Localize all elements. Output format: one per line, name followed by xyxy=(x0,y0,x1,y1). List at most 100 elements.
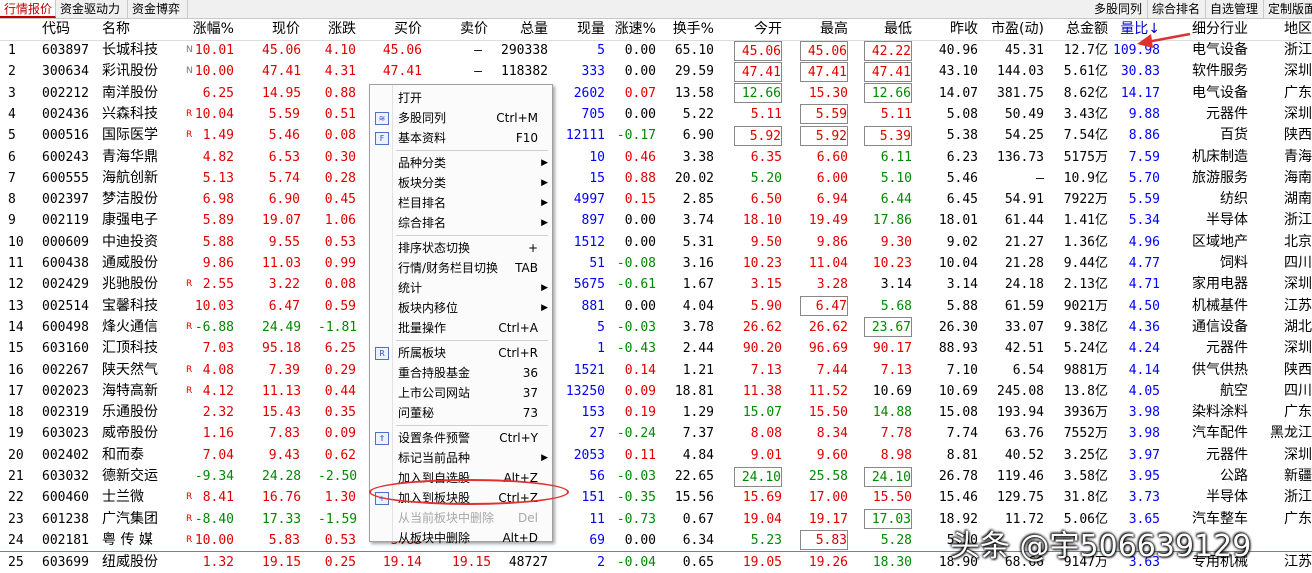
cell-pct: 5.88 xyxy=(202,234,234,250)
cell-idx: 19 xyxy=(8,426,24,442)
cell-price: 11.13 xyxy=(262,383,302,399)
cell-ind: 机械基件 xyxy=(1192,297,1248,314)
table-row[interactable]: 1 603897 长城科技 N 10.01 45.06 4.10 45.06—290338 5 0… xyxy=(0,40,1312,61)
cell-price: 5.74 xyxy=(268,170,300,186)
tab-multi-stock[interactable]: 多股同列 xyxy=(1090,0,1148,18)
table-row[interactable]: 8 002397 梦洁股份 6.98 6.90 0.45 4997 0.15 2.85 6.50 6… xyxy=(0,189,1312,210)
cell-turn: 22.65 xyxy=(674,469,714,484)
header-5[interactable]: 涨跌 xyxy=(318,19,356,40)
header-20[interactable]: 地区 xyxy=(1262,19,1312,40)
header-15[interactable]: 昨收 xyxy=(930,19,978,40)
menu-item[interactable]: 板块分类 ▶ xyxy=(370,173,552,193)
tab-fund-game[interactable]: 资金博弈 xyxy=(128,0,188,18)
header-14[interactable]: 最低 xyxy=(864,19,912,40)
cell-name: 彩讯股份 xyxy=(102,63,158,80)
menu-item[interactable]: F 基本资料 F10 xyxy=(370,128,552,148)
menu-item-label: 板块内移位 xyxy=(398,301,459,315)
menu-item[interactable]: 重合持股基金 36 xyxy=(370,363,552,383)
table-row[interactable]: 15 603160 汇顶科技 7.03 95.18 6.25 1 -0.43 2.44 90.20… xyxy=(0,338,1312,359)
menu-item[interactable]: 综合排名 ▶ xyxy=(370,213,552,233)
menu-item[interactable]: 品种分类 ▶ xyxy=(370,153,552,173)
menu-item[interactable]: 从板块中删除 Alt+D xyxy=(370,528,552,548)
cell-ind: 区域地产 xyxy=(1192,233,1248,250)
cell-chg: 0.28 xyxy=(324,170,356,186)
header-10[interactable]: 涨速% xyxy=(610,19,656,40)
table-row[interactable]: 10 000609 中迪投资 5.88 9.55 0.53 1512 0.00 5.31 9.50… xyxy=(0,232,1312,253)
menu-item[interactable]: 排序状态切换 + xyxy=(370,238,552,258)
table-row[interactable]: 22 600460 士兰微 R 8.41 16.76 1.30 151 -0.35 15.56 15… xyxy=(0,487,1312,508)
header-8[interactable]: 总量 xyxy=(490,19,548,40)
menu-item[interactable]: ≋ 多股同列 Ctrl+M xyxy=(370,108,552,128)
cell-amt: 13.8亿 xyxy=(1063,383,1108,399)
tab-custom-layout[interactable]: 定制版面 xyxy=(1264,0,1312,18)
tab-market-quotes[interactable]: 行情报价 xyxy=(0,0,56,18)
table-row[interactable]: 18 002319 乐通股份 2.32 15.43 0.35 153 0.19 1.29 15.0… xyxy=(0,402,1312,423)
table-row[interactable]: 3 002212 南洋股份 6.25 14.95 0.88 2602 0.07 13.58 12.… xyxy=(0,83,1312,104)
cell-name: 梦洁股份 xyxy=(102,191,158,208)
cell-reg: 湖南 xyxy=(1284,191,1312,208)
menu-item[interactable]: 板块内移位 ▶ xyxy=(370,298,552,318)
table-row[interactable]: 14 600498 烽火通信 R -6.88 24.49 -1.81 5 -0.03 3.78 26… xyxy=(0,317,1312,338)
table-row[interactable]: 13 002514 宝馨科技 10.03 6.47 0.59 881 0.00 4.04 5.90… xyxy=(0,296,1312,317)
header-2[interactable]: 名称 xyxy=(102,19,172,40)
cell-spd: -0.08 xyxy=(616,256,656,271)
header-9[interactable]: 现量 xyxy=(555,19,605,40)
table-row[interactable]: 9 002119 康强电子 5.89 19.07 1.06 897 0.00 3.74 18.10… xyxy=(0,210,1312,231)
table-row[interactable]: 12 002429 兆驰股份 R 2.55 3.22 0.08 5675 -0.61 1.67 3.… xyxy=(0,274,1312,295)
cell-low: 12.66 xyxy=(864,83,912,104)
menu-item[interactable]: 批量操作 Ctrl+A xyxy=(370,318,552,338)
table-row[interactable]: 4 002436 兴森科技 R 10.04 5.59 0.51 705 0.00 5.22 5.11… xyxy=(0,104,1312,125)
header-4[interactable]: 现价 xyxy=(262,19,300,40)
cell-prev: 15.46 xyxy=(938,490,978,506)
table-row[interactable]: 20 002402 和而泰 7.04 9.43 0.62 2053 0.11 4.84 9.01 9… xyxy=(0,445,1312,466)
cell-turn: 3.74 xyxy=(682,213,714,229)
header-7[interactable]: 卖价 xyxy=(446,19,488,40)
header-12[interactable]: 今开 xyxy=(734,19,782,40)
menu-item-shortcut: F10 xyxy=(515,131,538,145)
header-1[interactable]: 代码 xyxy=(42,19,98,40)
cell-turn: 2.44 xyxy=(682,341,714,357)
cell-pct: 1.32 xyxy=(202,555,234,571)
table-row[interactable]: 11 600438 通威股份 9.86 11.03 0.99 51 -0.08 3.16 10.2… xyxy=(0,253,1312,274)
menu-item[interactable]: 统计 ▶ xyxy=(370,278,552,298)
table-row[interactable]: 5 000516 国际医学 R 1.49 5.46 0.08 12111 -0.17 6.90 5.… xyxy=(0,125,1312,146)
tab-composite-rank[interactable]: 综合排名 xyxy=(1148,0,1206,18)
cell-name: 宝馨科技 xyxy=(102,297,158,314)
header-6[interactable]: 买价 xyxy=(380,19,422,40)
cell-ind: 染料涂料 xyxy=(1192,404,1248,421)
header-16[interactable]: 市盈(动) xyxy=(984,19,1044,40)
header-17[interactable]: 总金额 xyxy=(1050,19,1108,40)
menu-item[interactable]: 打开 xyxy=(370,88,552,108)
cell-chg: -1.81 xyxy=(318,319,358,335)
cell-open: 9.01 xyxy=(750,447,782,463)
table-row[interactable]: 17 002023 海特高新 R 4.12 11.13 0.44 13250 0.09 18.81… xyxy=(0,381,1312,402)
tab-fund-drive[interactable]: 资金驱动力 xyxy=(56,0,128,18)
cell-reg: 深圳 xyxy=(1284,63,1312,80)
cell-cur: 2053 xyxy=(573,447,605,463)
cell-idx: 2 xyxy=(8,64,16,80)
menu-item[interactable]: ⇑ 设置条件预警 Ctrl+Y xyxy=(370,428,552,448)
table-row[interactable]: 16 002267 陕天然气 R 4.08 7.39 0.29 1521 0.14 1.21 7.1… xyxy=(0,360,1312,381)
cell-turn: 3.38 xyxy=(682,149,714,165)
cell-chg: 0.09 xyxy=(324,426,356,442)
menu-item-shortcut: Ctrl+M xyxy=(496,111,538,125)
table-row[interactable]: 2 300634 彩讯股份 N 10.00 47.41 4.31 47.41—118382 33… xyxy=(0,61,1312,82)
cell-pe: 54.91 xyxy=(1004,192,1044,208)
cell-code: 600498 xyxy=(42,319,89,335)
header-13[interactable]: 最高 xyxy=(800,19,848,40)
menu-item[interactable]: R 所属板块 Ctrl+R xyxy=(370,343,552,363)
table-row[interactable]: 19 603023 威帝股份 1.16 7.83 0.09 27 -0.24 7.37 8.08 8… xyxy=(0,423,1312,444)
header-11[interactable]: 换手% xyxy=(668,19,714,40)
table-row[interactable]: 7 600555 海航创新 5.13 5.74 0.28 15 0.88 20.02 5.20 6.… xyxy=(0,168,1312,189)
menu-item[interactable]: 上市公司网站 37 xyxy=(370,383,552,403)
table-row[interactable]: 6 600243 青海华鼎 4.82 6.53 0.30 10 0.46 3.38 6.35 6.6… xyxy=(0,147,1312,168)
menu-item[interactable]: 栏目排名 ▶ xyxy=(370,193,552,213)
tab-watchlist-manage[interactable]: 自选管理 xyxy=(1206,0,1264,18)
cell-low: 9.30 xyxy=(880,234,912,250)
menu-item[interactable]: 问董秘 73 xyxy=(370,403,552,423)
menu-item[interactable]: 标记当前品种 ▶ xyxy=(370,448,552,468)
table-row[interactable]: 21 603032 德新交运 -9.34 24.28 -2.50 56 -0.03 22.65 2… xyxy=(0,466,1312,487)
cell-reg: 陕西 xyxy=(1284,361,1312,378)
header-3[interactable]: 涨幅% xyxy=(192,19,234,40)
menu-item[interactable]: 行情/财务栏目切换 TAB xyxy=(370,258,552,278)
